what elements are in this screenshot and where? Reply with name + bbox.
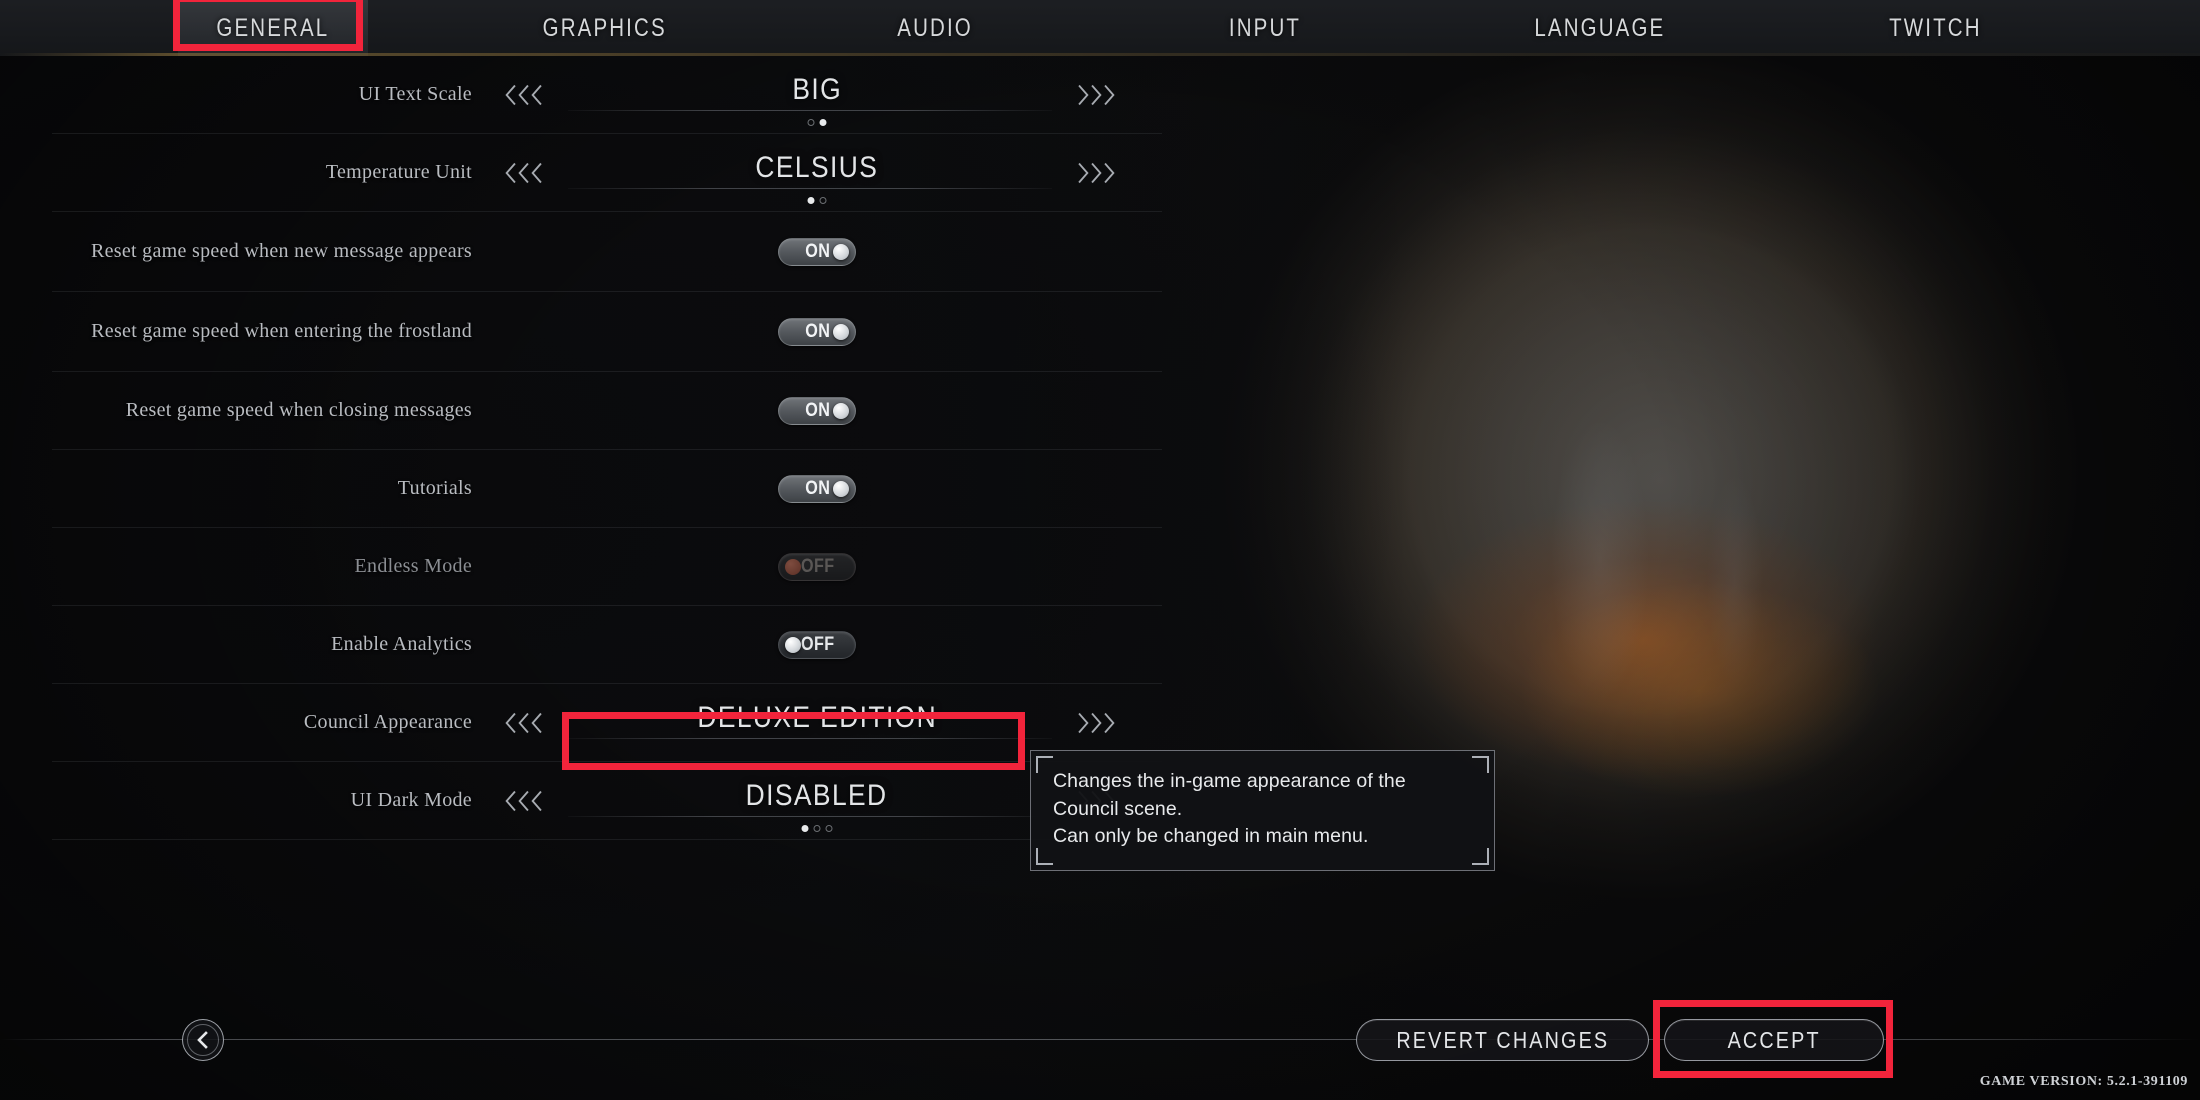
setting-underline xyxy=(568,110,1052,111)
option-page-dot[interactable] xyxy=(819,197,827,204)
tab-twitch-label: TWITCH xyxy=(1888,13,1982,42)
tooltip-corner-top-right-icon xyxy=(1472,756,1489,773)
setting-row[interactable]: UI Dark Mode DISABLED xyxy=(52,762,1162,840)
option-page-dot[interactable] xyxy=(801,825,809,832)
tooltip-corner-bottom-left-icon xyxy=(1036,848,1053,866)
toggle-state-label: OFF xyxy=(800,633,835,655)
next-option-arrow-icon[interactable] xyxy=(1077,84,1116,106)
setting-control[interactable]: ON xyxy=(472,450,1162,527)
option-page-dot[interactable] xyxy=(807,197,815,204)
setting-row[interactable]: Reset game speed when entering the frost… xyxy=(52,292,1162,372)
tab-language[interactable]: LANGUAGE xyxy=(1480,0,1720,56)
accept-button[interactable]: ACCEPT xyxy=(1664,1019,1884,1061)
option-page-dots xyxy=(801,825,833,832)
option-page-dot[interactable] xyxy=(813,825,821,832)
game-version-text: GAME VERSION: 5.2.1-391109 xyxy=(1979,1074,2188,1089)
option-page-dot[interactable] xyxy=(825,825,833,832)
tab-graphics-label: GRAPHICS xyxy=(542,13,668,42)
toggle-state-label: ON xyxy=(805,240,831,262)
tooltip-line-1: Changes the in-game appearance of the Co… xyxy=(1053,770,1406,820)
toggle-knob-icon xyxy=(833,323,849,340)
tab-audio-label: AUDIO xyxy=(897,13,973,42)
revert-changes-button[interactable]: REVERT CHANGES xyxy=(1356,1019,1649,1061)
tab-graphics[interactable]: GRAPHICS xyxy=(510,0,700,56)
previous-option-arrow-icon[interactable] xyxy=(504,162,543,184)
tab-twitch[interactable]: TWITCH xyxy=(1830,0,2040,56)
setting-row[interactable]: Reset game speed when closing messages ON xyxy=(52,372,1162,450)
setting-row[interactable]: Enable Analytics OFF xyxy=(52,606,1162,684)
setting-label: Reset game speed when new message appear… xyxy=(90,240,472,263)
setting-value: DELUXE EDITION xyxy=(697,700,937,734)
setting-control[interactable]: OFF xyxy=(472,528,1162,605)
next-option-arrow-icon[interactable] xyxy=(1077,712,1116,734)
setting-label: Reset game speed when closing messages xyxy=(125,399,472,422)
setting-row[interactable]: Temperature Unit CELSIUS xyxy=(52,134,1162,212)
tooltip-corner-bottom-right-icon xyxy=(1472,848,1489,866)
tab-general-label: GENERAL xyxy=(216,13,330,42)
toggle-knob-icon xyxy=(833,243,849,260)
setting-toggle[interactable]: OFF xyxy=(778,552,856,581)
previous-option-arrow-icon[interactable] xyxy=(504,712,543,734)
setting-control[interactable]: ON xyxy=(472,372,1162,449)
tab-audio[interactable]: AUDIO xyxy=(840,0,1030,56)
accept-label: ACCEPT xyxy=(1727,1026,1821,1053)
setting-underline xyxy=(568,816,1052,817)
chevron-left-icon xyxy=(197,1031,208,1049)
setting-value: DISABLED xyxy=(746,778,888,812)
toggle-state-label: ON xyxy=(805,399,831,421)
tab-language-label: LANGUAGE xyxy=(1534,13,1666,42)
tooltip-corner-top-left-icon xyxy=(1036,756,1053,773)
setting-label: Tutorials xyxy=(397,477,472,500)
toggle-state-label: ON xyxy=(805,477,831,499)
tab-general[interactable]: GENERAL xyxy=(178,0,368,56)
setting-label: Endless Mode xyxy=(354,555,472,578)
tab-input[interactable]: INPUT xyxy=(1170,0,1360,56)
setting-row[interactable]: Tutorials ON xyxy=(52,450,1162,528)
toggle-knob-icon xyxy=(833,480,849,497)
setting-label: UI Dark Mode xyxy=(350,789,472,812)
option-page-dots xyxy=(807,119,827,126)
setting-row[interactable]: UI Text Scale BIG xyxy=(52,56,1162,134)
previous-option-arrow-icon[interactable] xyxy=(504,790,543,812)
toggle-knob-icon xyxy=(785,558,801,575)
setting-control[interactable]: ON xyxy=(472,292,1162,371)
setting-toggle[interactable]: OFF xyxy=(778,630,856,659)
setting-label: Council Appearance xyxy=(303,711,472,734)
setting-label: Temperature Unit xyxy=(325,161,472,184)
toggle-knob-icon xyxy=(785,636,801,653)
setting-underline xyxy=(568,738,1052,739)
setting-value: BIG xyxy=(792,72,842,106)
back-button[interactable] xyxy=(182,1019,224,1061)
setting-control[interactable]: ON xyxy=(472,212,1162,291)
council-appearance-tooltip: Changes the in-game appearance of the Co… xyxy=(1030,750,1495,872)
revert-changes-label: REVERT CHANGES xyxy=(1396,1026,1609,1053)
settings-list: UI Text Scale BIG Temperature Unit CELSIUS R… xyxy=(0,56,1660,840)
tooltip-line-2: Can only be changed in main menu. xyxy=(1053,825,1369,848)
setting-row[interactable]: Endless Mode OFF xyxy=(52,528,1162,606)
setting-value: CELSIUS xyxy=(755,150,879,184)
setting-underline xyxy=(568,188,1052,189)
setting-toggle[interactable]: ON xyxy=(778,237,856,266)
option-page-dot[interactable] xyxy=(807,119,815,126)
previous-option-arrow-icon[interactable] xyxy=(504,84,543,106)
next-option-arrow-icon[interactable] xyxy=(1077,162,1116,184)
setting-label: Enable Analytics xyxy=(331,633,472,656)
option-page-dots xyxy=(807,197,827,204)
toggle-state-label: OFF xyxy=(800,555,835,577)
tab-input-label: INPUT xyxy=(1228,13,1302,42)
option-page-dot[interactable] xyxy=(819,119,827,126)
setting-label: UI Text Scale xyxy=(358,83,472,106)
setting-toggle[interactable]: ON xyxy=(778,317,856,346)
setting-row[interactable]: Council Appearance DELUXE EDITION xyxy=(52,684,1162,762)
toggle-state-label: ON xyxy=(805,320,831,342)
setting-row[interactable]: Reset game speed when new message appear… xyxy=(52,212,1162,292)
setting-control[interactable]: BIG xyxy=(472,56,1162,133)
settings-tab-bar: GENERAL GRAPHICS AUDIO INPUT LANGUAGE TW… xyxy=(0,0,2200,56)
setting-control[interactable]: CELSIUS xyxy=(472,134,1162,211)
toggle-knob-icon xyxy=(833,402,849,419)
setting-label: Reset game speed when entering the frost… xyxy=(91,320,472,343)
setting-toggle[interactable]: ON xyxy=(778,474,856,503)
setting-toggle[interactable]: ON xyxy=(778,396,856,425)
setting-control[interactable]: OFF xyxy=(472,606,1162,683)
